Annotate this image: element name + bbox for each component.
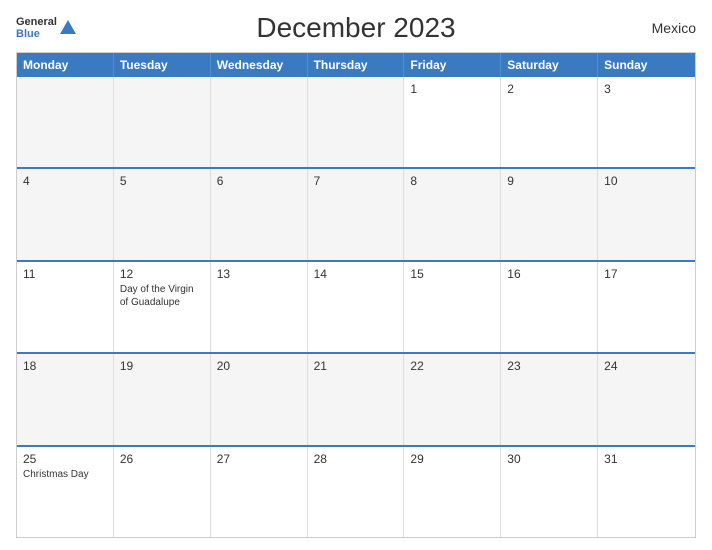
logo-blue: Blue (16, 28, 57, 40)
logo: General Blue (16, 16, 76, 40)
cal-cell-3: 3 (598, 77, 695, 167)
header-day-wednesday: Wednesday (211, 53, 308, 77)
day-number: 18 (23, 359, 107, 373)
cal-cell-19: 19 (114, 354, 211, 444)
calendar-week-1: 123 (17, 77, 695, 167)
cal-cell-29: 29 (404, 447, 501, 537)
cal-cell-4: 4 (17, 169, 114, 259)
cal-cell-11: 11 (17, 262, 114, 352)
day-number: 31 (604, 452, 689, 466)
header-day-friday: Friday (404, 53, 501, 77)
calendar-page: General Blue December 2023 Mexico Monday… (0, 0, 712, 550)
logo-general: General (16, 16, 57, 28)
event-label: Day of the Virgin of Guadalupe (120, 283, 204, 309)
cal-cell-31: 31 (598, 447, 695, 537)
cal-cell-10: 10 (598, 169, 695, 259)
logo-triangle-icon (60, 20, 76, 34)
calendar-week-4: 18 19 20 21 22 23 24 (17, 352, 695, 444)
header-day-saturday: Saturday (501, 53, 598, 77)
calendar-week-2: 456789 10 (17, 167, 695, 259)
day-number: 23 (507, 359, 591, 373)
day-number: 6 (217, 174, 301, 188)
cal-cell-16: 16 (501, 262, 598, 352)
day-number: 5 (120, 174, 204, 188)
day-number: 16 (507, 267, 591, 281)
cal-cell-20: 20 (211, 354, 308, 444)
day-number: 10 (604, 174, 689, 188)
cal-cell-21: 21 (308, 354, 405, 444)
country-label: Mexico (636, 20, 696, 36)
header: General Blue December 2023 Mexico (16, 12, 696, 44)
cal-cell-14: 14 (308, 262, 405, 352)
cal-cell-25: 25 Christmas Day (17, 447, 114, 537)
cal-cell-9: 9 (501, 169, 598, 259)
day-number: 20 (217, 359, 301, 373)
header-day-sunday: Sunday (598, 53, 695, 77)
cal-cell-24: 24 (598, 354, 695, 444)
day-number: 7 (314, 174, 398, 188)
day-number: 25 (23, 452, 107, 466)
event-label: Christmas Day (23, 468, 107, 481)
day-number: 17 (604, 267, 689, 281)
header-day-tuesday: Tuesday (114, 53, 211, 77)
day-number: 22 (410, 359, 494, 373)
cal-cell-18: 18 (17, 354, 114, 444)
cal-cell-27: 27 (211, 447, 308, 537)
day-number: 8 (410, 174, 494, 188)
cal-cell-13: 13 (211, 262, 308, 352)
cal-cell-23: 23 (501, 354, 598, 444)
day-number: 4 (23, 174, 107, 188)
cal-cell-22: 22 (404, 354, 501, 444)
header-day-thursday: Thursday (308, 53, 405, 77)
calendar-week-3: 11 12 Day of the Virgin of Guadalupe 13 14 15… (17, 260, 695, 352)
calendar-body: 123456789101112Day of the Virgin of Guad… (17, 77, 695, 537)
calendar-week-5: 25 Christmas Day 26 27 28 29 30 31 (17, 445, 695, 537)
cal-cell-6: 6 (211, 169, 308, 259)
day-number: 11 (23, 267, 107, 281)
cal-cell-2: 2 (501, 77, 598, 167)
day-number: 19 (120, 359, 204, 373)
cal-cell-12: 12 Day of the Virgin of Guadalupe (114, 262, 211, 352)
cal-cell-26: 26 (114, 447, 211, 537)
header-day-monday: Monday (17, 53, 114, 77)
day-number: 3 (604, 82, 689, 96)
day-number: 27 (217, 452, 301, 466)
day-number: 13 (217, 267, 301, 281)
day-number: 21 (314, 359, 398, 373)
day-number: 9 (507, 174, 591, 188)
day-number: 2 (507, 82, 591, 96)
logo-text: General Blue (16, 16, 57, 40)
day-number: 29 (410, 452, 494, 466)
day-number: 26 (120, 452, 204, 466)
day-number: 1 (410, 82, 494, 96)
cal-cell-empty (308, 77, 405, 167)
cal-cell-5: 5 (114, 169, 211, 259)
day-number: 24 (604, 359, 689, 373)
day-number: 30 (507, 452, 591, 466)
cal-cell-17: 17 (598, 262, 695, 352)
cal-cell-7: 7 (308, 169, 405, 259)
day-number: 12 (120, 267, 204, 281)
cal-cell-15: 15 (404, 262, 501, 352)
calendar-header: MondayTuesdayWednesdayThursdayFridaySatu… (17, 53, 695, 77)
calendar-title: December 2023 (76, 12, 636, 44)
calendar-grid: MondayTuesdayWednesdayThursdayFridaySatu… (16, 52, 696, 538)
cal-cell-empty (17, 77, 114, 167)
cal-cell-30: 30 (501, 447, 598, 537)
cal-cell-8: 8 (404, 169, 501, 259)
day-number: 14 (314, 267, 398, 281)
cal-cell-empty (211, 77, 308, 167)
cal-cell-1: 1 (404, 77, 501, 167)
day-number: 28 (314, 452, 398, 466)
cal-cell-empty (114, 77, 211, 167)
day-number: 15 (410, 267, 494, 281)
cal-cell-28: 28 (308, 447, 405, 537)
